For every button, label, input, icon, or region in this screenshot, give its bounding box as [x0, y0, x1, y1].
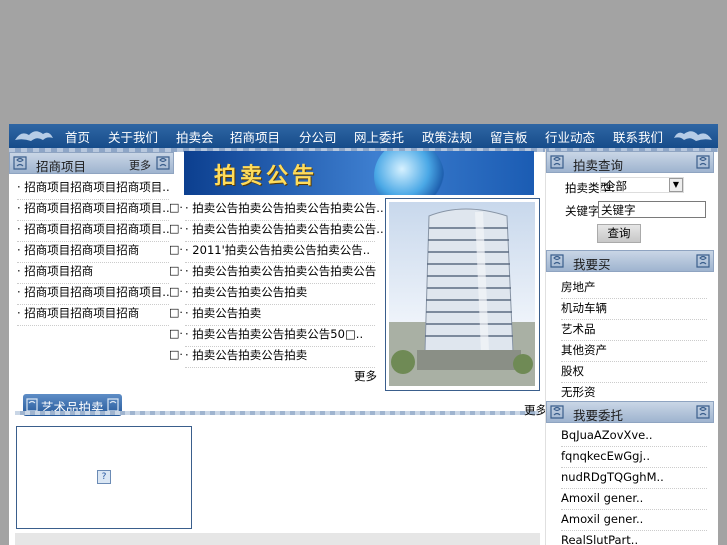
buy-category-item[interactable]: 房地产 — [561, 278, 707, 299]
list-marker: □· — [169, 201, 183, 214]
consign-list-item[interactable]: BqJuaAZovXve.. — [561, 426, 707, 447]
nav-item-about[interactable]: 关于我们 — [108, 127, 158, 146]
project-list-item[interactable]: · 招商项目招商项目招商项目.. — [17, 199, 170, 221]
consign-list-item[interactable]: nudRDgTQGghM.. — [561, 468, 707, 489]
notice-list-item[interactable]: · 拍卖公告拍卖公告拍卖公告拍卖公告.. — [185, 220, 384, 242]
notice-list-item[interactable]: · 拍卖公告拍卖公告拍卖公告拍卖公告 — [185, 262, 376, 284]
dragon-icon — [15, 131, 53, 141]
ornament-icon — [13, 156, 27, 170]
art-more-link[interactable]: 更多 — [524, 402, 547, 418]
buy-category-item[interactable]: 其他资产 — [561, 341, 707, 362]
page-container: 首页 关于我们 拍卖会 招商项目 分公司 网上委托 政策法规 留言板 行业动态 … — [9, 124, 718, 545]
ornament-icon — [550, 155, 564, 169]
notice-list-item[interactable]: · 拍卖公告拍卖公告拍卖 — [185, 346, 375, 368]
list-marker: □· — [169, 285, 183, 298]
list-marker: □· — [169, 243, 183, 256]
buy-category-item[interactable]: 股权 — [561, 362, 707, 383]
notice-more-link[interactable]: 更多 — [354, 368, 377, 384]
banner-title: 拍卖公告 — [214, 164, 319, 189]
list-marker: □· — [169, 222, 183, 235]
ornament-icon — [550, 405, 564, 419]
nav-menu: 首页 关于我们 拍卖会 招商项目 分公司 网上委托 政策法规 留言板 行业动态 … — [59, 124, 668, 148]
nav-item-branches[interactable]: 分公司 — [299, 127, 337, 146]
auction-notice-banner: 拍卖公告 — [184, 151, 534, 195]
project-list-item[interactable]: · 招商项目招商项目招商项目.. — [17, 178, 170, 200]
consign-list-item[interactable]: Amoxil gener.. — [561, 510, 707, 531]
consign-list-item[interactable]: Amoxil gener.. — [561, 489, 707, 510]
list-marker: □· — [169, 327, 183, 340]
ornament-icon — [550, 254, 564, 268]
search-header: 拍卖查询 — [546, 151, 714, 173]
project-list-item[interactable]: · 招商项目招商项目招商 — [17, 241, 169, 263]
buy-category-item[interactable]: 艺术品 — [561, 320, 707, 341]
ornament-icon — [156, 156, 170, 170]
ornament-icon — [696, 254, 710, 268]
notice-list-item[interactable]: · 拍卖公告拍卖公告拍卖公告50□.. — [185, 325, 375, 347]
projects-header: 招商项目 更多 — [9, 152, 174, 174]
project-list-item[interactable]: · 招商项目招商项目招商项目.. — [17, 220, 170, 242]
consign-title: 我要委托 — [573, 408, 624, 423]
nav-item-policies[interactable]: 政策法规 — [422, 127, 472, 146]
globe-graphic — [374, 151, 444, 195]
broken-image-icon: ? — [97, 470, 111, 484]
nav-item-projects[interactable]: 招商项目 — [230, 127, 280, 146]
consign-list-item[interactable]: fqnqkecEwGgj.. — [561, 447, 707, 468]
list-marker: □· — [169, 348, 183, 361]
project-list-item[interactable]: · 招商项目招商项目招商项目.. — [17, 283, 170, 305]
project-list-item[interactable]: · 招商项目招商项目招商 — [17, 304, 169, 326]
ornament-icon — [696, 405, 710, 419]
nav-item-guestbook[interactable]: 留言板 — [490, 127, 528, 146]
search-title: 拍卖查询 — [573, 158, 624, 173]
nav-item-auctions[interactable]: 拍卖会 — [176, 127, 214, 146]
decorative-band — [15, 411, 539, 415]
notice-list-item[interactable]: · 拍卖公告拍卖公告拍卖公告拍卖公告.. — [185, 199, 384, 221]
nav-item-home[interactable]: 首页 — [65, 127, 90, 146]
dragon-icon — [674, 131, 712, 141]
top-navigation: 首页 关于我们 拍卖会 招商项目 分公司 网上委托 政策法规 留言板 行业动态 … — [9, 124, 718, 148]
chevron-down-icon[interactable]: ▼ — [669, 178, 683, 192]
project-list-item[interactable]: · 招商项目招商 — [17, 262, 169, 284]
consign-header: 我要委托 — [546, 401, 714, 423]
list-marker: □· — [169, 264, 183, 277]
building-image — [389, 208, 535, 386]
footer-bar — [15, 533, 540, 545]
notice-list-item[interactable]: · 拍卖公告拍卖 — [185, 304, 375, 326]
building-photo — [385, 198, 540, 391]
buy-category-item[interactable]: 机动车辆 — [561, 299, 707, 320]
projects-title: 招商项目 — [36, 159, 87, 174]
keyword-input[interactable] — [598, 201, 706, 218]
notice-list-item[interactable]: · 2011'拍卖公告拍卖公告拍卖公告.. — [185, 241, 375, 263]
notice-list-item[interactable]: · 拍卖公告拍卖公告拍卖 — [185, 283, 375, 305]
list-marker: □· — [169, 306, 183, 319]
search-button[interactable]: 查询 — [597, 224, 641, 243]
buy-header: 我要买 — [546, 250, 714, 272]
nav-item-contact[interactable]: 联系我们 — [613, 127, 663, 146]
nav-item-online-consign[interactable]: 网上委托 — [354, 127, 404, 146]
projects-more-link[interactable]: 更多 — [129, 157, 151, 173]
ornament-icon — [696, 155, 710, 169]
buy-title: 我要买 — [573, 257, 611, 272]
consign-list-item[interactable]: RealSlutPart.. — [561, 531, 707, 545]
nav-item-industry-news[interactable]: 行业动态 — [545, 127, 595, 146]
